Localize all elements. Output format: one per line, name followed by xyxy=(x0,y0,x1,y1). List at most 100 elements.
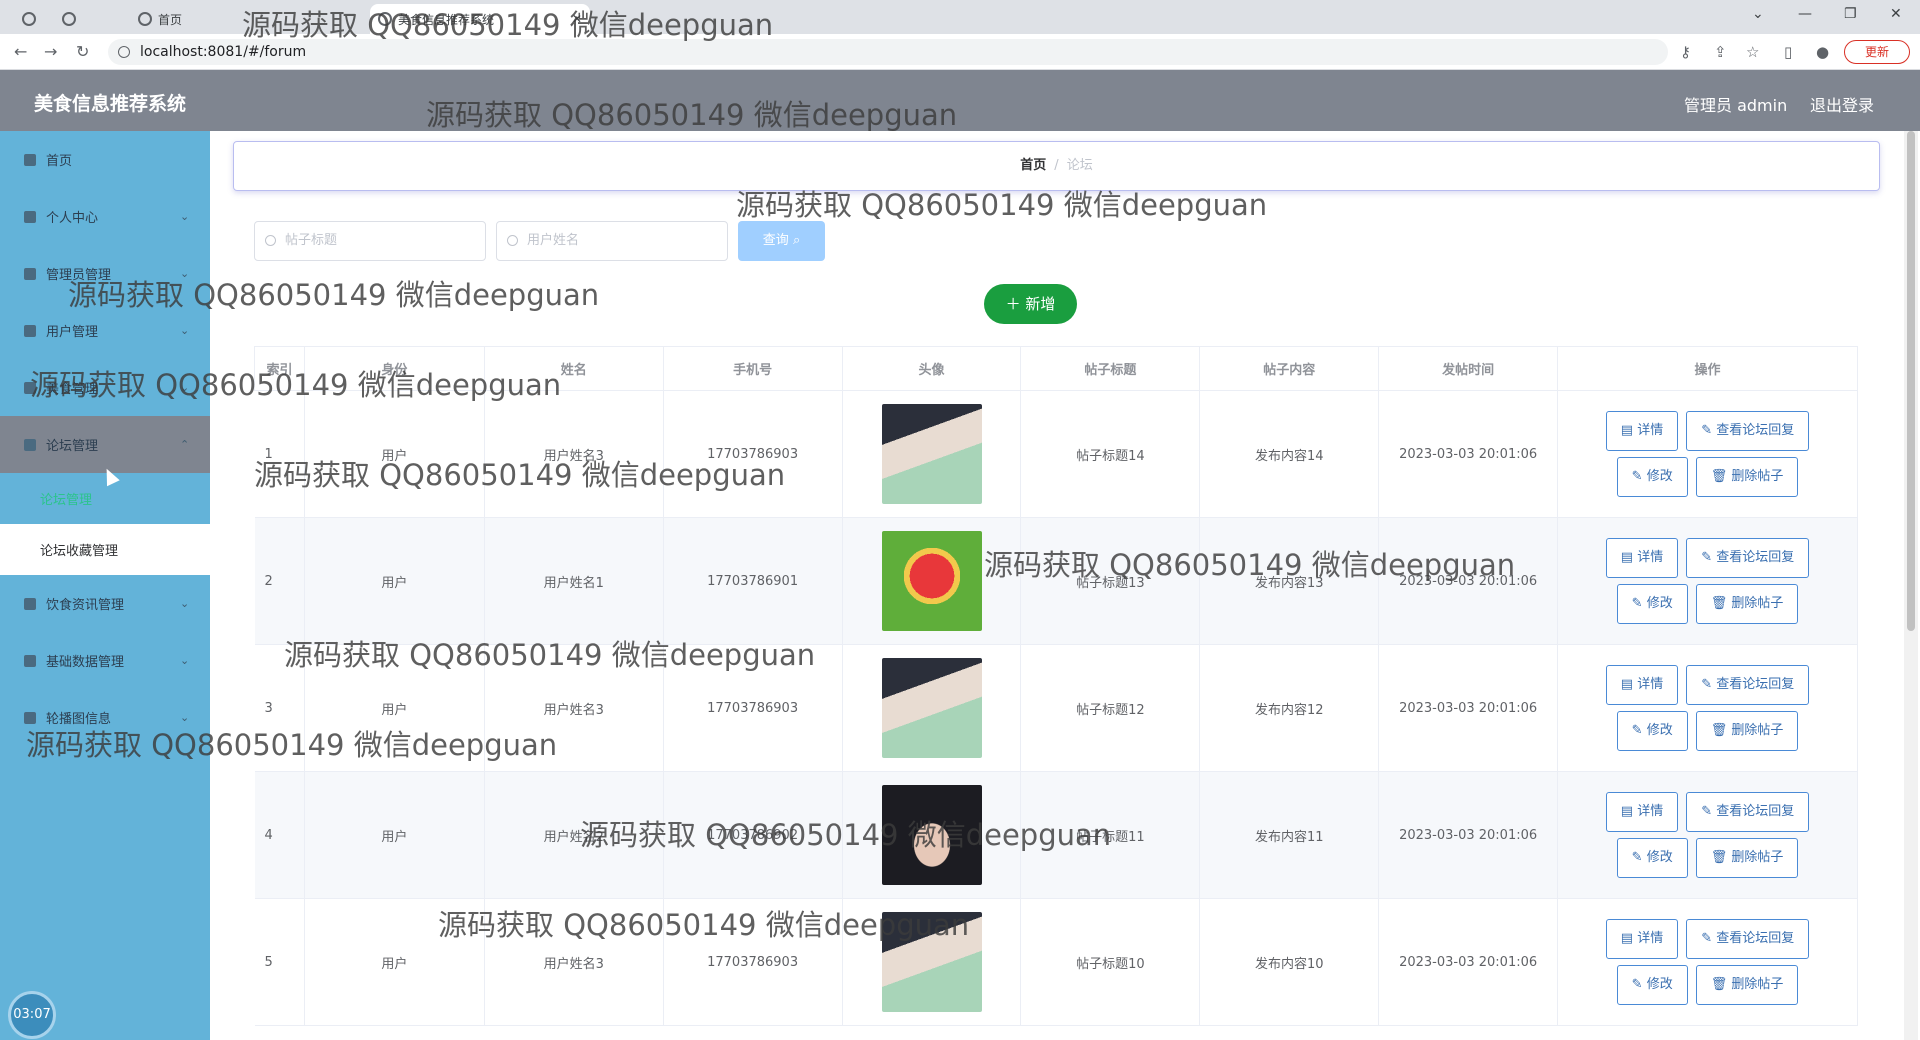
info-icon[interactable] xyxy=(118,46,130,58)
avatar-image xyxy=(881,404,982,504)
table-row: 4 用户 用户姓名2 17703786902 帖子标题11 发布内容11 202… xyxy=(254,771,1858,899)
detail-button[interactable]: ▤ 详情 xyxy=(1605,665,1679,705)
edit-button[interactable]: ✎ 修改 xyxy=(1616,965,1688,1005)
close-icon[interactable]: ✕ xyxy=(572,12,582,26)
share-icon[interactable]: ⇪ xyxy=(1714,43,1727,61)
view-replies-button[interactable]: ✎ 查看论坛回复 xyxy=(1686,792,1810,832)
sidebar-item-profile[interactable]: 个人中心 ⌄ xyxy=(0,188,210,245)
avatar-image xyxy=(881,912,982,1012)
submenu-forum-collect[interactable]: 论坛收藏管理 xyxy=(0,524,210,575)
browser-tab[interactable] xyxy=(14,4,50,34)
view-replies-button[interactable]: ✎ 查看论坛回复 xyxy=(1686,919,1810,959)
edit-button[interactable]: ✎ 修改 xyxy=(1616,838,1688,878)
sidebar-item-base-data[interactable]: 基础数据管理 ⌄ xyxy=(0,632,210,689)
edit-button[interactable]: ✎ 修改 xyxy=(1616,711,1688,751)
delete-button[interactable]: 🗑 删除帖子 xyxy=(1695,965,1799,1005)
user-name-search-input[interactable]: 用户姓名 xyxy=(496,221,728,261)
view-replies-button[interactable]: ✎ 查看论坛回复 xyxy=(1686,411,1810,451)
cell-time: 2023-03-03 20:01:06 xyxy=(1378,517,1559,645)
column-header: 帖子标题 xyxy=(1020,346,1201,391)
browser-tab[interactable]: 首页 xyxy=(130,4,190,34)
cell-content: 发布内容13 xyxy=(1199,517,1380,645)
sidebar-item-food[interactable]: 美食管理 ⌄ xyxy=(0,359,210,416)
query-button[interactable]: 查询 ⌕ xyxy=(738,221,825,261)
back-icon[interactable]: ← xyxy=(14,42,27,61)
cell-title: 帖子标题12 xyxy=(1020,644,1201,772)
restore-icon[interactable]: ❐ xyxy=(1844,6,1857,22)
tab-search-icon[interactable]: ⌄ xyxy=(1752,6,1764,22)
chevron-down-icon: ⌄ xyxy=(180,267,190,280)
browser-tab[interactable] xyxy=(54,4,90,34)
forum-table: 索引 身份 姓名 手机号 头像 帖子标题 帖子内容 发帖时间 操作 1 用户 用… xyxy=(254,346,1858,1026)
sidebar-item-carousel[interactable]: 轮播图信息 ⌄ xyxy=(0,689,210,746)
column-header: 操作 xyxy=(1557,346,1858,391)
detail-button[interactable]: ▤ 详情 xyxy=(1605,411,1679,451)
user-icon xyxy=(24,210,36,223)
scrollbar-thumb[interactable] xyxy=(1907,131,1915,631)
close-window-icon[interactable]: ✕ xyxy=(1890,6,1902,22)
delete-button[interactable]: 🗑 删除帖子 xyxy=(1695,711,1799,751)
cell-name: 用户姓名3 xyxy=(484,644,664,772)
column-header: 帖子内容 xyxy=(1199,346,1380,391)
view-replies-button[interactable]: ✎ 查看论坛回复 xyxy=(1686,538,1810,578)
delete-button[interactable]: 🗑 删除帖子 xyxy=(1695,457,1799,497)
logout-button[interactable]: 退出登录 xyxy=(1810,92,1874,116)
forward-icon[interactable]: → xyxy=(44,42,57,61)
cell-role: 用户 xyxy=(304,517,485,645)
star-icon[interactable]: ☆ xyxy=(1746,43,1759,61)
key-icon[interactable]: ⚷ xyxy=(1680,43,1691,61)
edit-button[interactable]: ✎ 修改 xyxy=(1616,457,1688,497)
minimize-icon[interactable]: — xyxy=(1798,6,1812,22)
view-replies-button[interactable]: ✎ 查看论坛回复 xyxy=(1686,665,1810,705)
browser-tab-active[interactable]: 美食信息推荐系统 ✕ xyxy=(370,4,590,34)
delete-button[interactable]: 🗑 删除帖子 xyxy=(1695,584,1799,624)
compass-icon xyxy=(24,711,36,724)
cell-content: 发布内容11 xyxy=(1199,771,1380,899)
table-row: 1 用户 用户姓名3 17703786903 帖子标题14 发布内容14 202… xyxy=(254,390,1858,518)
cell-phone: 17703786902 xyxy=(663,771,843,899)
cell-actions: ▤ 详情 ✎ 查看论坛回复 ✎ 修改 🗑 删除帖子 xyxy=(1557,517,1858,645)
profile-icon[interactable]: ● xyxy=(1816,43,1829,61)
detail-button[interactable]: ▤ 详情 xyxy=(1605,538,1679,578)
list-icon xyxy=(24,267,36,280)
edit-button[interactable]: ✎ 修改 xyxy=(1616,584,1688,624)
reload-icon[interactable]: ↻ xyxy=(76,42,89,61)
url-input[interactable]: localhost:8081/#/forum xyxy=(108,39,1668,65)
app-title: 美食信息推荐系统 xyxy=(34,93,187,115)
cell-role: 用户 xyxy=(304,644,485,772)
cell-avatar xyxy=(842,390,1022,518)
breadcrumb-current: 论坛 xyxy=(1066,158,1093,173)
cell-role: 用户 xyxy=(304,771,485,899)
chevron-down-icon: ⌄ xyxy=(180,381,190,394)
list-icon xyxy=(24,324,36,337)
table-header-row: 索引 身份 姓名 手机号 头像 帖子标题 帖子内容 发帖时间 操作 xyxy=(254,346,1858,391)
cell-content: 发布内容12 xyxy=(1199,644,1380,772)
detail-button[interactable]: ▤ 详情 xyxy=(1605,919,1679,959)
chevron-down-icon: ⌄ xyxy=(180,324,190,337)
page-scrollbar[interactable] xyxy=(1904,131,1918,1040)
cell-actions: ▤ 详情 ✎ 查看论坛回复 ✎ 修改 🗑 删除帖子 xyxy=(1557,390,1858,518)
sidepanel-icon[interactable]: ▯ xyxy=(1784,43,1792,61)
cell-phone: 17703786901 xyxy=(663,517,843,645)
avatar-image xyxy=(881,658,982,758)
update-button[interactable]: 更新 xyxy=(1844,40,1910,64)
sidebar-item-home[interactable]: 首页 xyxy=(0,131,210,188)
add-button[interactable]: ＋ 新增 xyxy=(984,284,1077,324)
page-icon xyxy=(62,12,76,26)
sidebar-item-news[interactable]: 饮食资讯管理 ⌄ xyxy=(0,575,210,632)
chevron-down-icon: ⌄ xyxy=(180,711,190,724)
cell-actions: ▤ 详情 ✎ 查看论坛回复 ✎ 修改 🗑 删除帖子 xyxy=(1557,898,1858,1026)
detail-button[interactable]: ▤ 详情 xyxy=(1605,792,1679,832)
address-bar: ← → ↻ localhost:8081/#/forum ⚷ ⇪ ☆ ▯ ● 更… xyxy=(0,34,1920,70)
sidebar-item-users[interactable]: 用户管理 ⌄ xyxy=(0,302,210,359)
chevron-down-icon: ⌄ xyxy=(180,597,190,610)
breadcrumb-home[interactable]: 首页 xyxy=(1020,158,1046,173)
post-title-search-input[interactable]: 帖子标题 xyxy=(254,221,486,261)
sidebar-item-admins[interactable]: 管理员管理 ⌄ xyxy=(0,245,210,302)
avatar-image xyxy=(881,531,982,631)
cell-avatar xyxy=(842,644,1022,772)
cell-actions: ▤ 详情 ✎ 查看论坛回复 ✎ 修改 🗑 删除帖子 xyxy=(1557,771,1858,899)
delete-button[interactable]: 🗑 删除帖子 xyxy=(1695,838,1799,878)
search-icon xyxy=(507,235,518,246)
sidebar-item-forum[interactable]: 论坛管理 ⌃ xyxy=(0,416,210,473)
